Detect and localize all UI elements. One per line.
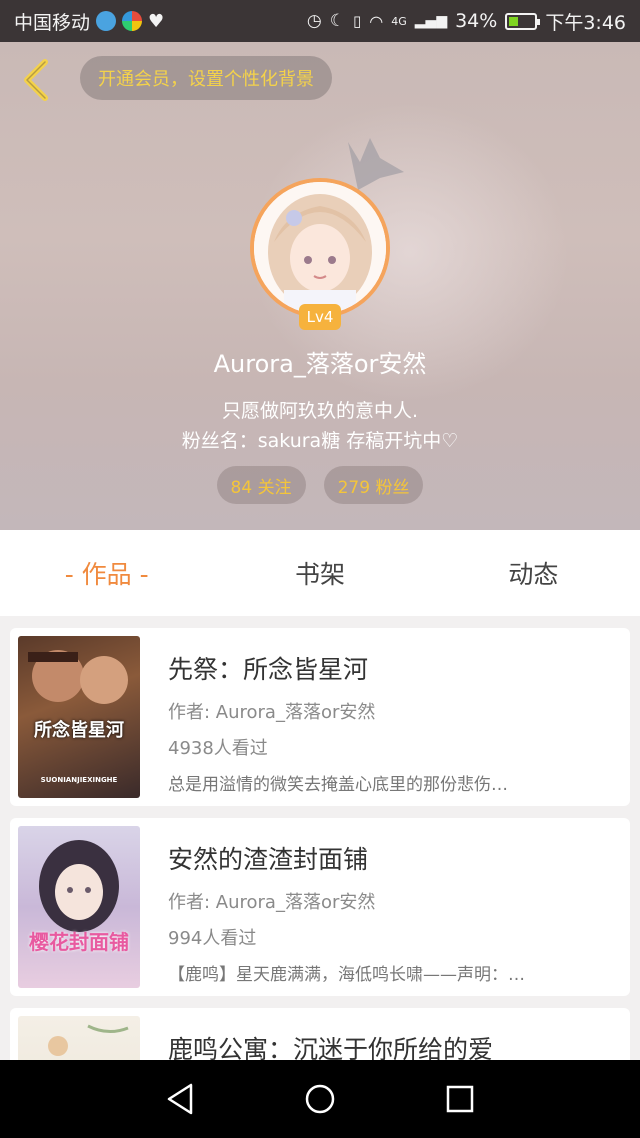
- app-icon: [122, 11, 143, 31]
- bio-line-2: 粉丝名：sakura糖 存稿开坑中♡: [181, 430, 459, 452]
- work-title: 鹿鸣公寓：沉迷于你所给的爱: [168, 1035, 494, 1060]
- nav-recents-icon: [446, 1085, 474, 1113]
- cloud-icon: [96, 11, 117, 31]
- avatar-image: [254, 182, 386, 314]
- battery-icon: [505, 12, 541, 30]
- work-title: 先祭：所念皆星河: [168, 655, 369, 684]
- nav-back-button[interactable]: [150, 1069, 210, 1129]
- tab-bookshelf[interactable]: 书架: [213, 530, 426, 616]
- back-chevron-icon: [24, 59, 48, 101]
- wifi-icon: ◠: [369, 11, 384, 31]
- tab-activity[interactable]: 动态: [427, 530, 640, 616]
- list-item[interactable]: 鹿鸣公寓：沉迷于你所给的爱: [10, 1008, 630, 1060]
- back-button[interactable]: [14, 56, 58, 104]
- book-cover: 所念皆星河 SUONIANJIEXINGHE: [18, 636, 140, 798]
- network-label: 4G: [391, 14, 407, 28]
- alarm-icon: ◷: [306, 11, 322, 31]
- status-bar: 中国移动 ♥ ◷ ☾ ▯ ◠ 4G ▂▄▆ 34% 下午3:46: [0, 0, 640, 42]
- nav-back-icon: [167, 1083, 193, 1115]
- stats-row: 84 关注 279 粉丝: [0, 466, 640, 504]
- list-item[interactable]: 樱花封面铺 安然的渣渣封面铺 作者: Aurora_落落or安然 994人看过 …: [10, 818, 630, 996]
- cover-subtitle: SUONIANJIEXINGHE: [40, 776, 118, 784]
- nav-recents-button[interactable]: [430, 1069, 490, 1129]
- tab-bar: - 作品 - 书架 动态: [0, 530, 640, 616]
- work-author: 作者: Aurora_落落or安然: [168, 702, 376, 723]
- profile-header: 开通会员，设置个性化背景 Lv4 Aurora_落落or安然 只愿做阿玖玖的意中…: [0, 42, 640, 530]
- carrier-label: 中国移动: [14, 11, 91, 34]
- level-badge: Lv4: [299, 304, 341, 330]
- health-icon: ♥: [148, 10, 165, 32]
- tab-works[interactable]: - 作品 -: [0, 530, 213, 616]
- nav-home-button[interactable]: [290, 1069, 350, 1129]
- list-item[interactable]: 所念皆星河 SUONIANJIEXINGHE 先祭：所念皆星河 作者: Auro…: [10, 628, 630, 806]
- vip-background-button[interactable]: 开通会员，设置个性化背景: [80, 56, 332, 100]
- moon-icon: ☾: [329, 11, 346, 31]
- bio: 只愿做阿玖玖的意中人. 粉丝名：sakura糖 存稿开坑中♡: [0, 396, 640, 456]
- navigation-bar: [0, 1060, 640, 1138]
- work-desc: 【鹿鸣】星天鹿满满，海低鸣长啸——声明：…: [168, 965, 525, 985]
- signal-icon: ▂▄▆: [414, 13, 448, 29]
- vibrate-icon: ▯: [353, 12, 362, 30]
- works-list: 所念皆星河 SUONIANJIEXINGHE 先祭：所念皆星河 作者: Auro…: [0, 616, 640, 1060]
- book-cover: 樱花封面铺: [18, 826, 140, 988]
- cover-title: 所念皆星河: [34, 720, 124, 741]
- work-views: 994人看过: [168, 928, 257, 949]
- cover-title: 樱花封面铺: [29, 930, 129, 954]
- work-views: 4938人看过: [168, 738, 268, 759]
- bio-line-1: 只愿做阿玖玖的意中人.: [221, 400, 419, 422]
- book-cover: [18, 1016, 140, 1060]
- clock: 下午3:46: [545, 11, 626, 34]
- username: Aurora_落落or安然: [213, 350, 427, 378]
- work-desc: 总是用溢情的微笑去掩盖心底里的那份悲伤…: [168, 775, 508, 795]
- nav-home-icon: [305, 1084, 335, 1114]
- battery-percent: 34%: [455, 10, 498, 32]
- avatar[interactable]: [250, 178, 390, 318]
- followers-button[interactable]: 279 粉丝: [323, 466, 424, 504]
- following-button[interactable]: 84 关注: [216, 466, 306, 504]
- work-title: 安然的渣渣封面铺: [168, 845, 369, 874]
- work-author: 作者: Aurora_落落or安然: [168, 892, 376, 913]
